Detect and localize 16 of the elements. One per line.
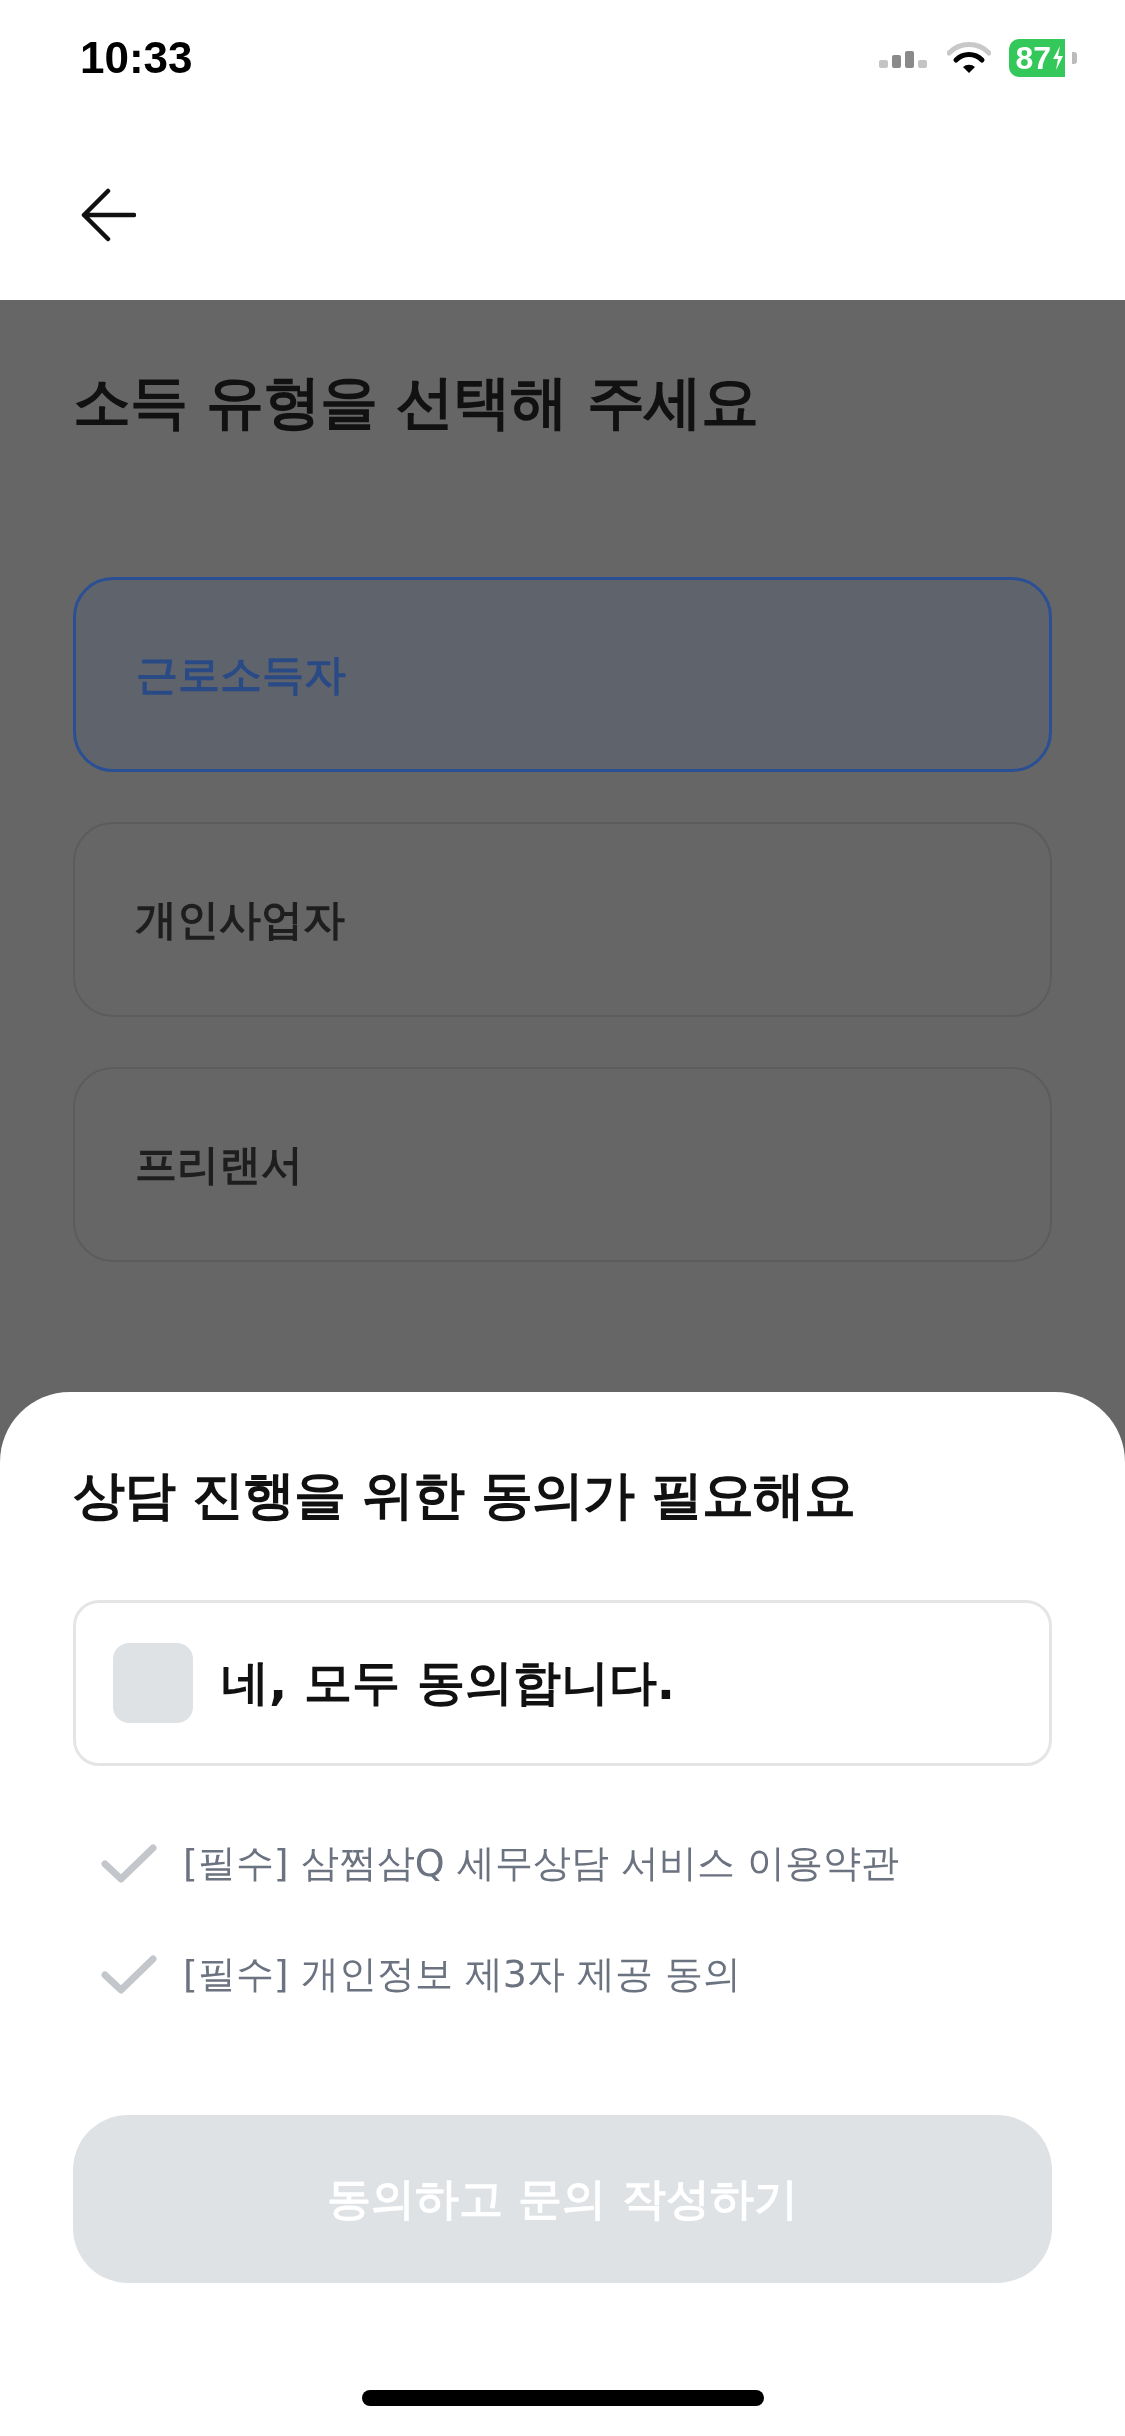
income-type-option[interactable]: 개인사업자: [73, 822, 1052, 1017]
back-arrow-icon[interactable]: [80, 187, 136, 243]
checkmark-icon[interactable]: [101, 1954, 157, 1995]
status-time: 10:33: [80, 33, 193, 83]
agree-all-option[interactable]: 네, 모두 동의합니다.: [73, 1600, 1052, 1766]
page-title: 소득 유형을 선택해 주세요: [73, 367, 759, 438]
checkbox[interactable]: [113, 1643, 193, 1723]
battery-icon: 87: [1009, 39, 1077, 77]
income-type-option[interactable]: 프리랜서: [73, 1067, 1052, 1262]
agree-all-label: 네, 모두 동의합니다.: [221, 1653, 675, 1712]
terms-link[interactable]: [필수] 삼쩜삼Q 세무상담 서비스 이용약관: [183, 1838, 899, 1889]
wifi-icon: [947, 41, 992, 75]
checkmark-icon[interactable]: [101, 1843, 157, 1884]
signal-icon: [879, 48, 930, 68]
sheet-title: 상담 진행을 위한 동의가 필요해요: [73, 1464, 857, 1527]
terms-link[interactable]: [필수] 개인정보 제3자 제공 동의: [183, 1949, 742, 2000]
